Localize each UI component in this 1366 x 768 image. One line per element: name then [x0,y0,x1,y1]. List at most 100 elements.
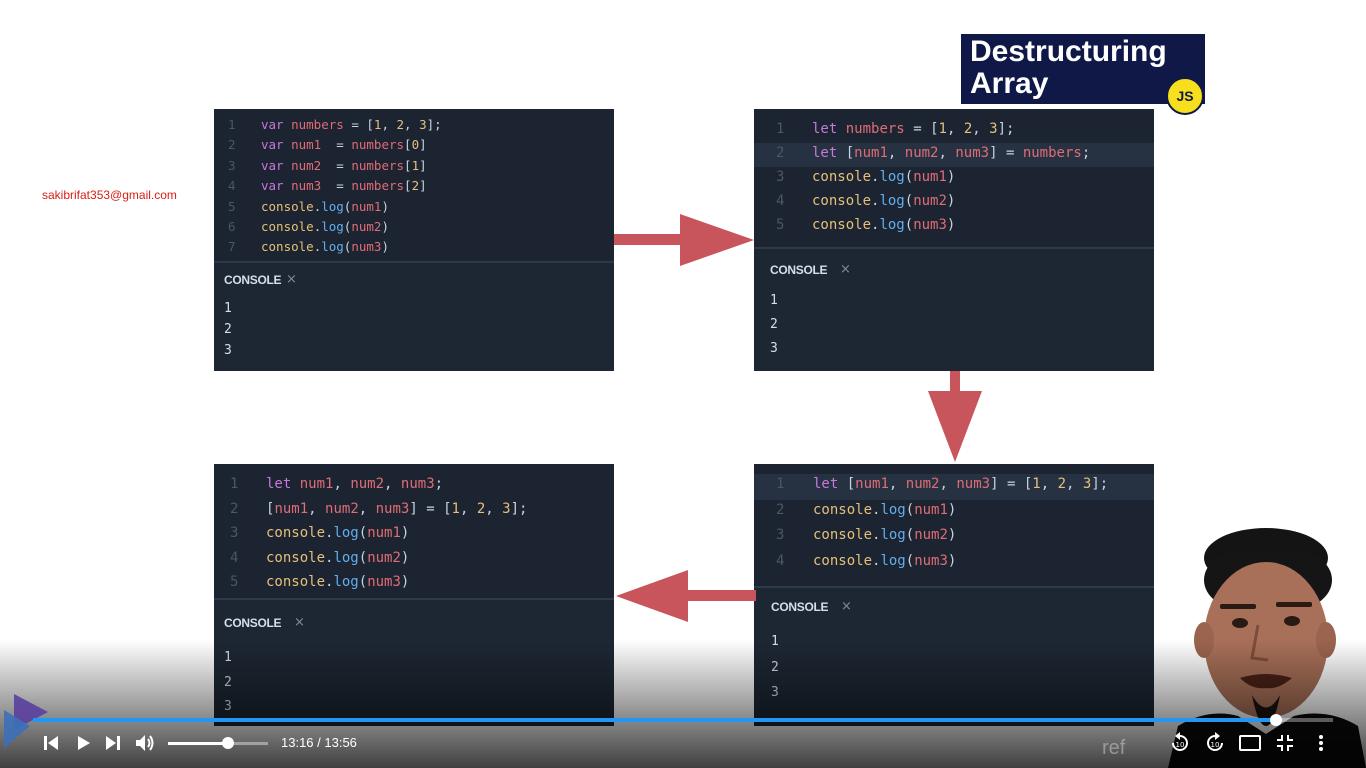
code-line: 2 let [num1, num2, num3] = numbers; [754,143,1154,167]
code-line: 3 console.log(num2) [754,525,1154,551]
code-text: var num2 = numbers[1] [261,157,427,173]
code-line: 3 console.log(num1) [214,523,614,548]
line-number: 3 [776,169,785,185]
code-line: 4 console.log(num2) [754,191,1154,215]
svg-text:10: 10 [1176,741,1185,749]
line-number: 4 [776,193,785,209]
code-editor: 1 var numbers = [1, 2, 3]; 2 var num1 = num… [214,109,614,261]
line-number: 1 [228,117,236,132]
code-text: var numbers = [1, 2, 3]; [261,117,442,132]
close-icon: × [841,599,852,614]
code-text: console.log(num3) [266,574,410,590]
play-icon[interactable] [72,732,94,754]
code-text: console.log(num2) [812,193,956,209]
rewind-10-icon[interactable]: 10 [1168,731,1192,755]
console-label: CONSOLE [771,600,829,614]
more-vertical-icon[interactable] [1310,732,1332,754]
line-number: 1 [230,476,239,492]
watermark-text: ref [1102,737,1126,759]
console-output-line: 1 [224,301,232,316]
code-line: 5 console.log(num1) [214,197,614,217]
code-text: console.log(num1) [812,169,956,185]
code-text: var num1 = numbers[0] [261,137,427,153]
arrow-down [928,371,982,462]
line-number: 3 [230,525,239,541]
line-number: 5 [230,574,239,590]
line-number: 1 [776,476,785,492]
code-text: let num1, num2, num3; [266,476,444,492]
code-line: 7 console.log(num3) [214,237,614,257]
code-text: console.log(num2) [266,549,410,566]
theater-mode-icon[interactable] [1238,732,1262,754]
video-frame[interactable]: sakibrifat353@gmail.com Destructuring Ar… [0,0,1366,768]
console-label: CONSOLE [224,273,282,287]
code-line: 3 var num2 = numbers[1] [214,156,614,176]
code-line: 5 console.log(num3) [754,215,1154,239]
code-line: 4 var num3 = numbers[2] [214,176,614,196]
code-line: 2 console.log(num1) [754,500,1154,526]
console-output-line: 3 [770,341,778,356]
title-line-1: Destructuring [970,35,1167,68]
code-line: 5 console.log(num3) [214,572,614,597]
code-text: console.log(num1) [261,198,389,214]
arrow-left [616,570,756,622]
volume-slider[interactable] [168,742,268,745]
code-text: console.log(num2) [813,527,957,543]
line-number: 4 [776,552,785,569]
close-icon: × [840,262,851,277]
line-number: 5 [776,217,785,233]
code-line: 2 [num1, num2, num3] = [1, 2, 3]; [214,499,614,524]
code-text: var num3 = numbers[2] [261,178,427,194]
console-panel: CONSOLE × 1 2 3 [754,247,1154,371]
skip-next-icon[interactable] [102,732,124,754]
console-output-line: 3 [224,343,232,358]
code-text: console.log(num1) [266,525,410,541]
line-number: 1 [776,121,785,137]
console-label: CONSOLE [224,616,282,630]
code-text: console.log(num2) [261,219,389,234]
line-number: 4 [228,178,236,194]
line-number: 3 [776,527,785,543]
code-text: [num1, num2, num3] = [1, 2, 3]; [266,500,528,517]
line-number: 2 [776,501,785,518]
code-line: 3 console.log(num1) [754,167,1154,191]
code-text: console.log(num3) [813,552,957,569]
line-number: 3 [228,157,236,173]
code-line: 1 let numbers = [1, 2, 3]; [754,119,1154,143]
line-number: 2 [776,145,785,161]
code-line: 1 var numbers = [1, 2, 3]; [214,115,614,135]
code-line: 4 console.log(num2) [214,548,614,573]
seek-handle[interactable] [1269,714,1282,726]
author-email: sakibrifat353@gmail.com [42,188,177,202]
close-icon: × [286,272,297,287]
code-editor: 1 let [num1, num2, num3] = [1, 2, 3]; 2 con… [754,464,1154,586]
close-icon: × [294,615,305,630]
volume-level [168,742,228,745]
skip-previous-icon[interactable] [40,732,62,754]
svg-text:10: 10 [1211,741,1220,749]
line-number: 5 [228,198,236,214]
seek-bar[interactable] [33,718,1333,722]
code-line: 4 console.log(num3) [754,551,1154,577]
forward-10-icon[interactable]: 10 [1203,731,1227,755]
code-panel-top-left: 1 var numbers = [1, 2, 3]; 2 var num1 = num… [214,109,614,371]
console-output-line: 1 [770,293,778,308]
console-panel: CONSOLE × 1 2 3 [214,261,614,371]
code-text: console.log(num3) [812,217,956,233]
line-number: 7 [228,239,236,255]
code-line: 6 console.log(num2) [214,217,614,237]
volume-handle[interactable] [222,737,234,749]
exit-fullscreen-icon[interactable] [1274,732,1296,754]
volume-icon[interactable] [133,732,157,754]
code-line: 1 let num1, num2, num3; [214,474,614,499]
code-text: console.log(num1) [813,501,957,518]
seek-bar-played [33,718,1276,722]
line-number: 6 [228,219,236,234]
code-text: let numbers = [1, 2, 3]; [812,121,1015,137]
code-text: let [num1, num2, num3] = [1, 2, 3]; [813,476,1109,492]
code-line: 1 let [num1, num2, num3] = [1, 2, 3]; [754,474,1154,500]
console-label: CONSOLE [770,263,828,277]
console-output-line: 2 [770,317,778,332]
js-logo: JS [1166,77,1204,115]
console-output-line: 2 [224,322,232,337]
